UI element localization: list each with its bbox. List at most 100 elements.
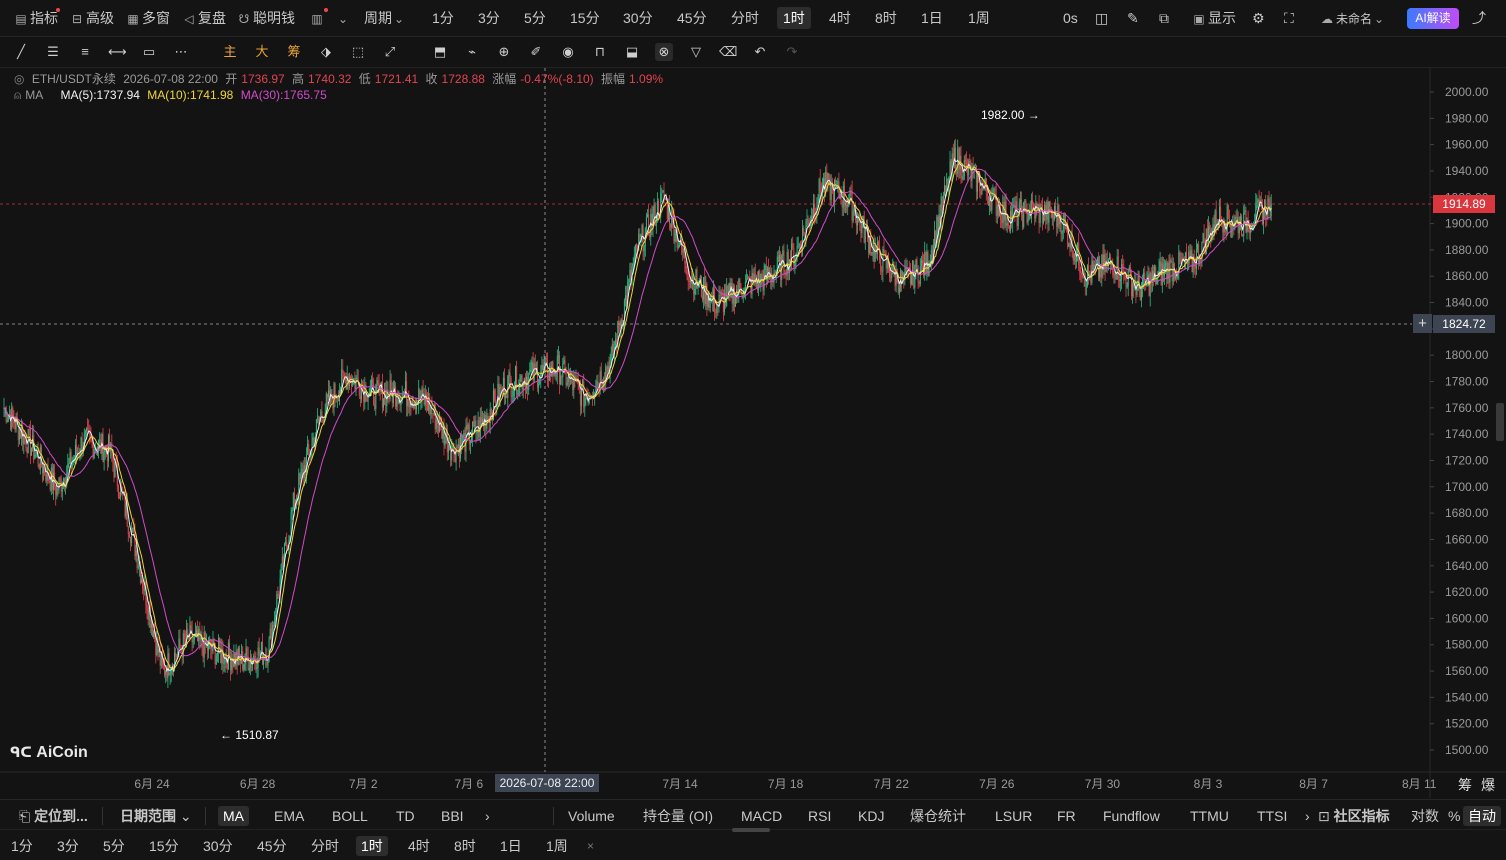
date-range-dropdown[interactable]: 日期范围 ⌄ [115, 806, 197, 826]
brush-icon[interactable]: ✐ [527, 43, 545, 61]
camera-icon[interactable]: ◫ [1095, 8, 1108, 28]
add-alert-icon[interactable]: + [1413, 314, 1432, 333]
parallel-lines-icon[interactable]: ≡ [76, 43, 94, 61]
auto-scale-toggle[interactable]: 自动 [1463, 806, 1501, 826]
candlestick-chart[interactable]: 2000.001980.001960.001940.001920.001900.… [0, 68, 1506, 798]
sub-ttsi[interactable]: TTSI [1252, 806, 1292, 826]
trash-icon[interactable]: ⌫ [719, 43, 737, 61]
sub-rsi[interactable]: RSI [803, 806, 836, 826]
bottom-period-1w[interactable]: 1周 [541, 836, 573, 856]
redo-icon[interactable]: ↷ [783, 43, 801, 61]
sub-oi[interactable]: 持仓量 (OI) [638, 806, 718, 826]
display-button[interactable]: ▣ 显示 [1192, 8, 1236, 28]
smart-money-button[interactable]: ☋ 聪明钱 [237, 8, 295, 28]
chip-icon[interactable]: 筹 [285, 43, 303, 61]
liquidation-toggle[interactable]: 爆 [1481, 775, 1495, 795]
bottom-period-3m[interactable]: 3分 [52, 836, 84, 856]
horizontal-ray-icon[interactable]: ⟷ [108, 43, 127, 61]
sub-kdj[interactable]: KDJ [853, 806, 889, 826]
bottom-period-1m[interactable]: 1分 [6, 836, 38, 856]
close-icon[interactable]: × [582, 836, 599, 856]
period-dropdown[interactable]: 周期 ⌄ [364, 8, 408, 28]
template-icon[interactable]: ⬓ [623, 43, 641, 61]
bottom-period-4h[interactable]: 4时 [403, 836, 435, 856]
ai-interpret-button[interactable]: AI解读 [1407, 8, 1459, 29]
log-scale-toggle[interactable]: 对数 [1406, 806, 1444, 826]
period-1m[interactable]: 1分 [426, 7, 460, 29]
right-panel-handle[interactable] [1496, 403, 1504, 441]
resize-handle[interactable] [732, 828, 770, 832]
indicator-td[interactable]: TD [391, 806, 420, 826]
lock-icon[interactable]: ⊓ [591, 43, 609, 61]
candle-body [351, 382, 353, 386]
undo-icon[interactable]: ↶ [751, 43, 769, 61]
indicator-ma[interactable]: MA [218, 806, 249, 826]
sub-volume[interactable]: Volume [563, 806, 620, 826]
chart-area[interactable]: 2000.001980.001960.001940.001920.001900.… [0, 68, 1506, 798]
filter-icon[interactable]: ▽ [687, 43, 705, 61]
period-15m[interactable]: 15分 [564, 7, 606, 29]
indicator-ema[interactable]: EMA [269, 806, 309, 826]
period-45m[interactable]: 45分 [671, 7, 713, 29]
bottom-period-45m[interactable]: 45分 [252, 836, 292, 856]
settings-gear-icon[interactable]: ⚙ [1252, 8, 1265, 28]
more-tools-icon[interactable]: ⋯ [172, 43, 190, 61]
period-timeline[interactable]: 分时 [725, 7, 765, 29]
eye-icon[interactable]: ◎ [14, 72, 24, 86]
period-1w[interactable]: 1周 [962, 7, 996, 29]
bottom-period-8h[interactable]: 8时 [449, 836, 481, 856]
period-1d[interactable]: 1日 [915, 7, 949, 29]
bell-icon[interactable]: ⍝ [14, 88, 21, 102]
indicator-bbi[interactable]: BBI [436, 806, 469, 826]
tag-icon[interactable]: ⬒ [431, 43, 449, 61]
sub-lsur[interactable]: LSUR [990, 806, 1037, 826]
replay-button[interactable]: ◁ 复盘 [182, 8, 226, 28]
bottom-period-30m[interactable]: 30分 [198, 836, 238, 856]
magnet-icon[interactable]: ⊗ [655, 43, 673, 61]
layout-name-dropdown[interactable]: ☁ 未命名 ⌄ [1320, 8, 1388, 28]
horizontal-lines-icon[interactable]: ☰ [44, 43, 62, 61]
fullscreen-window-icon[interactable]: ⧉ [1159, 8, 1169, 28]
trend-icon[interactable]: ⤴ [1472, 8, 1486, 28]
candle-body [504, 377, 505, 398]
ruler-icon[interactable]: ⌁ [463, 43, 481, 61]
period-30m[interactable]: 30分 [617, 7, 659, 29]
period-8h[interactable]: 8时 [869, 7, 903, 29]
candle-style-button[interactable]: ▥ ⌄ [310, 8, 352, 28]
period-3m[interactable]: 3分 [472, 7, 506, 29]
trend-line-icon[interactable]: ╱ [12, 43, 30, 61]
bottom-period-5m[interactable]: 5分 [98, 836, 130, 856]
sub-fundflow[interactable]: Fundflow [1098, 806, 1165, 826]
bottom-period-15m[interactable]: 15分 [144, 836, 184, 856]
main-force-icon[interactable]: 主 [221, 43, 239, 61]
big-order-icon[interactable]: 大 [253, 43, 271, 61]
period-4h[interactable]: 4时 [823, 7, 857, 29]
sub-fr[interactable]: FR [1052, 806, 1081, 826]
expand-icon[interactable]: ⛶ [1284, 8, 1294, 28]
community-indicators-button[interactable]: ⊡ 社区指标 [1313, 806, 1395, 826]
advanced-button[interactable]: ⊟ 高级 [70, 8, 114, 28]
bottom-period-1h[interactable]: 1时 [356, 836, 388, 856]
edit-icon[interactable]: ✎ [1127, 8, 1139, 28]
chip-toggle[interactable]: 筹 [1458, 775, 1472, 795]
period-1h[interactable]: 1时 [777, 7, 811, 29]
rectangle-icon[interactable]: ▭ [140, 43, 158, 61]
candle-body [128, 534, 130, 538]
period-5m[interactable]: 5分 [518, 7, 552, 29]
indicator-boll[interactable]: BOLL [327, 806, 373, 826]
candle-body [238, 647, 240, 657]
signal-icon[interactable]: ⬗ [317, 43, 335, 61]
sub-macd[interactable]: MACD [736, 806, 787, 826]
pattern-icon[interactable]: ⬚ [349, 43, 367, 61]
locate-button[interactable]: ⎗ 定位到... [14, 806, 93, 826]
sub-ttmu[interactable]: TTMU [1185, 806, 1234, 826]
zoom-icon[interactable]: ⊕ [495, 43, 513, 61]
scroll-right-icon[interactable]: › [480, 806, 495, 826]
multi-window-button[interactable]: ▦ 多窗 [126, 8, 170, 28]
bottom-period-timeline[interactable]: 分时 [306, 836, 344, 856]
indicators-button[interactable]: ▤ 指标 [14, 8, 60, 28]
bottom-period-1d[interactable]: 1日 [495, 836, 527, 856]
sub-liquidation[interactable]: 爆仓统计 [905, 806, 971, 826]
eye-icon[interactable]: ◉ [559, 43, 577, 61]
measure-icon[interactable]: ⤢ [381, 43, 399, 61]
